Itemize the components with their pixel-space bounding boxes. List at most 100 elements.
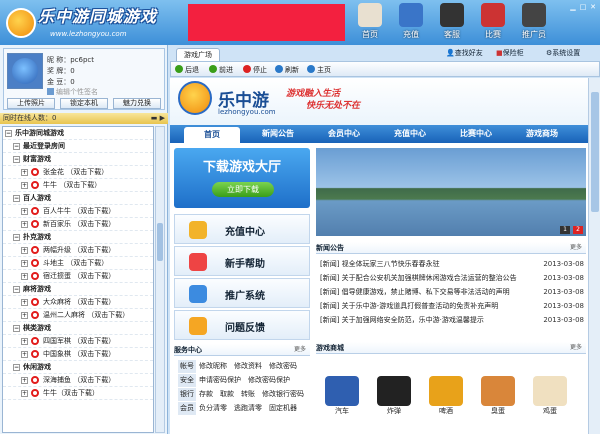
expand-icon[interactable]: − (5, 130, 12, 137)
tree-item[interactable]: + 新百家乐 （双击下载） (3, 218, 153, 231)
site-nav-2[interactable]: 会员中心 (316, 125, 372, 143)
news-item[interactable]: [新闻] 关于加强网络安全防范，乐中游·游戏温馨提示 2013-03-08 (320, 314, 584, 327)
site-nav-1[interactable]: 新闻公告 (250, 125, 306, 143)
expand-icon[interactable]: + (21, 338, 28, 345)
expand-icon[interactable]: − (13, 195, 20, 202)
product-item[interactable]: 炸弹 (372, 376, 416, 426)
expand-icon[interactable]: + (21, 312, 28, 319)
site-nav-3[interactable]: 充值中心 (382, 125, 438, 143)
tree-item[interactable]: + 深海捕鱼 （双击下载） (3, 374, 153, 387)
tree-group[interactable]: − 棋类游戏 (3, 322, 153, 335)
tree-item[interactable]: + 大众麻将 （双击下载） (3, 296, 153, 309)
expand-icon[interactable]: − (13, 156, 20, 163)
charm-exchange-button[interactable]: 魅力兑换 (113, 98, 161, 109)
avatar[interactable] (7, 53, 43, 89)
news-item[interactable]: [新闻] 视全体玩家三八节快乐春春永驻 2013-03-08 (320, 258, 584, 271)
site-nav-4[interactable]: 比赛中心 (448, 125, 504, 143)
nav-0[interactable]: 首页 (352, 3, 388, 43)
service-row[interactable]: 银行 存款 取款 转账 修改银行密码 (178, 388, 304, 401)
scroll-thumb[interactable] (591, 92, 599, 212)
expand-icon[interactable]: + (21, 273, 28, 280)
tree-item[interactable]: + 两幅升级 （双击下载） (3, 244, 153, 257)
site-nav-0[interactable]: 首页 (184, 127, 240, 143)
expand-icon[interactable]: − (13, 286, 20, 293)
expand-icon[interactable]: + (21, 390, 28, 397)
expand-icon[interactable]: − (13, 143, 20, 150)
nav-1[interactable]: 充值 (393, 3, 429, 43)
tree-item[interactable]: + 牛牛 （双击下载） (3, 179, 153, 192)
tree-item[interactable]: + 牛牛（双击下载） (3, 387, 153, 400)
tree-group[interactable]: − 最近登录房间 (3, 140, 153, 153)
expand-icon[interactable]: − (13, 364, 20, 371)
stop-button[interactable]: 停止 (243, 65, 267, 75)
tree-item[interactable]: + 斗地主 （双击下载） (3, 257, 153, 270)
panel-controls[interactable]: ▬ ▶ (151, 113, 165, 124)
expand-icon[interactable]: + (21, 299, 28, 306)
side-menu-1[interactable]: 新手帮助 (174, 246, 310, 276)
expand-icon[interactable]: + (21, 351, 28, 358)
tree-group[interactable]: − 扑克游戏 (3, 231, 153, 244)
service-row[interactable]: 会员 负分清零 逃跑清零 固定机器 (178, 402, 297, 415)
product-item[interactable]: 鸡蛋 (528, 376, 572, 426)
tree-group[interactable]: − 财富游戏 (3, 153, 153, 166)
tree-item[interactable]: + 宿迁掼蛋 （双击下载） (3, 270, 153, 283)
ad-banner[interactable] (188, 4, 345, 41)
close-icon[interactable]: ✕ (588, 3, 598, 12)
forward-button[interactable]: 前进 (209, 65, 233, 75)
tree-group[interactable]: − 乐中游同城游戏 (3, 127, 153, 140)
side-menu-0[interactable]: 充值中心 (174, 214, 310, 244)
signature-field[interactable]: 编辑个性签名 (56, 88, 98, 96)
news-item[interactable]: [新闻] 关于配合公安机关加强棋牌休闲游戏合法运营的整治公告 2013-03-08 (320, 272, 584, 285)
nav-3[interactable]: 比赛 (475, 3, 511, 43)
minimize-icon[interactable]: ▁ (568, 3, 578, 12)
expand-icon[interactable]: + (21, 260, 28, 267)
service-row[interactable]: 安全 申请密码保护 修改密码保护 (178, 374, 290, 387)
expand-icon[interactable]: + (21, 247, 28, 254)
nav-2[interactable]: 客服 (434, 3, 470, 43)
expand-icon[interactable]: − (13, 325, 20, 332)
safe-box-button[interactable]: ■保险柜 (496, 48, 524, 58)
news-more-link[interactable]: 更多 (570, 242, 582, 254)
system-settings-button[interactable]: ⚙系统设置 (546, 48, 580, 58)
slide-dot-2[interactable]: 2 (573, 226, 583, 234)
service-row[interactable]: 帐号 修改昵称 修改资料 修改密码 (178, 360, 297, 373)
nav-4[interactable]: 推广员 (516, 3, 552, 43)
expand-icon[interactable]: + (21, 169, 28, 176)
upload-photo-button[interactable]: 上传照片 (7, 98, 55, 109)
page-scrollbar[interactable] (588, 78, 600, 434)
site-nav-5[interactable]: 游戏商场 (514, 125, 570, 143)
side-menu-3[interactable]: 问题反馈 (174, 310, 310, 340)
slideshow-photo[interactable]: 1 2 (316, 148, 586, 236)
find-friend-button[interactable]: 👤查找好友 (446, 48, 483, 58)
tree-group[interactable]: − 休闲游戏 (3, 361, 153, 374)
maximize-icon[interactable]: □ (578, 3, 588, 12)
game-tree[interactable]: − 乐中游同城游戏 − 最近登录房间 − 财富游戏 + 张金花 （双击下载） + 牛牛 （双击下载… (2, 126, 154, 433)
news-item[interactable]: [新闻] 关于乐中游-游戏道具打假普查活动的免责补充声明 2013-03-08 (320, 300, 584, 313)
back-button[interactable]: 后退 (175, 65, 199, 75)
tree-item[interactable]: + 温州二人麻将 （双击下载） (3, 309, 153, 322)
expand-icon[interactable]: + (21, 377, 28, 384)
tree-item[interactable]: + 张金花 （双击下载） (3, 166, 153, 179)
expand-icon[interactable]: − (13, 234, 20, 241)
product-item[interactable]: 汽车 (320, 376, 364, 426)
expand-icon[interactable]: + (21, 221, 28, 228)
news-item[interactable]: [新闻] 倡导健康游戏，禁止赌博、私下交易等非法活动的声明 2013-03-08 (320, 286, 584, 299)
home-button[interactable]: 主页 (307, 65, 331, 75)
tree-group[interactable]: − 百人游戏 (3, 192, 153, 205)
expand-icon[interactable]: + (21, 182, 28, 189)
expand-icon[interactable]: + (21, 208, 28, 215)
tree-item[interactable]: + 百人牛牛 （双击下载） (3, 205, 153, 218)
product-item[interactable]: 臭蛋 (476, 376, 520, 426)
service-more-link[interactable]: 更多 (294, 344, 306, 356)
download-banner[interactable]: 下载游戏大厅 立即下载 (174, 148, 310, 208)
download-now-button[interactable]: 立即下载 (212, 182, 274, 197)
shop-more-link[interactable]: 更多 (570, 342, 582, 354)
tree-item[interactable]: + 中国象棋 （双击下载） (3, 348, 153, 361)
tree-scrollbar[interactable] (155, 126, 165, 433)
refresh-button[interactable]: 刷新 (275, 65, 299, 75)
lock-machine-button[interactable]: 锁定本机 (60, 98, 108, 109)
slide-dot-1[interactable]: 1 (560, 226, 570, 234)
side-menu-2[interactable]: 推广系统 (174, 278, 310, 308)
product-item[interactable]: 啤酒 (424, 376, 468, 426)
tab-game-plaza[interactable]: 游戏广场 (176, 48, 220, 61)
